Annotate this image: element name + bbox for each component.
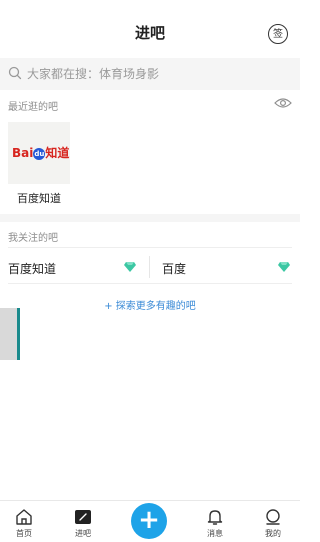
recent-forums-label: 最近逛的吧 (8, 102, 58, 113)
sign-in-button[interactable]: 签 (268, 24, 288, 44)
explore-more-link[interactable]: + 探索更多有趣的吧 (0, 297, 300, 312)
nav-forum-label: 进吧 (75, 529, 91, 538)
side-tab-stripe (17, 308, 20, 360)
followed-forums-label: 我关注的吧 (8, 233, 58, 244)
bell-icon (207, 510, 223, 525)
create-post-button[interactable]: + (131, 503, 167, 539)
search-icon (8, 66, 22, 80)
followed-forum-item[interactable]: 百度 (162, 260, 186, 278)
divider (8, 247, 292, 248)
header: 进吧 签 (0, 0, 300, 58)
nav-forum[interactable]: 进吧 (63, 509, 103, 539)
eye-icon[interactable] (274, 96, 292, 110)
nav-home[interactable]: 首页 (4, 509, 44, 539)
recent-forum-card[interactable]: Baidu知道 (8, 122, 70, 184)
section-divider (0, 214, 300, 222)
nav-home-label: 首页 (16, 529, 32, 538)
plus-icon: + (138, 505, 160, 535)
diamond-icon (124, 262, 136, 272)
diamond-icon (278, 262, 290, 272)
home-icon (16, 509, 32, 525)
divider (8, 283, 292, 284)
search-placeholder: 大家都在搜：体育场身影 (27, 67, 160, 81)
followed-forum-item[interactable]: 百度知道 (8, 260, 56, 278)
baidu-zhidao-logo: Baidu知道 (12, 146, 70, 160)
nav-messages[interactable]: 消息 (195, 509, 235, 539)
page-title: 进吧 (134, 24, 165, 42)
forum-icon (75, 510, 91, 524)
recent-forum-name[interactable]: 百度知道 (0, 190, 78, 206)
nav-messages-label: 消息 (207, 529, 223, 538)
profile-icon (266, 509, 280, 525)
floating-side-tab[interactable] (0, 308, 20, 360)
search-bar[interactable]: 大家都在搜：体育场身影 (0, 58, 300, 88)
column-divider (149, 256, 150, 278)
section-divider (0, 88, 300, 90)
nav-profile-label: 我的 (265, 529, 281, 538)
nav-profile[interactable]: 我的 (253, 509, 293, 539)
